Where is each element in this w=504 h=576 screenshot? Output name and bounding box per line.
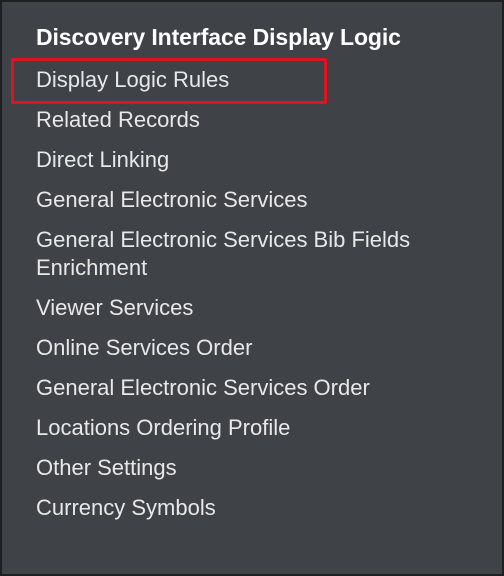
configuration-menu-panel: Discovery Interface Display Logic Displa… (0, 0, 504, 576)
menu-section-header: Discovery Interface Display Logic (36, 24, 401, 50)
menu-item-general-electronic-services[interactable]: General Electronic Services (36, 186, 496, 214)
menu-item-online-services-order[interactable]: Online Services Order (36, 334, 496, 362)
menu-item-ges-order[interactable]: General Electronic Services Order (36, 374, 496, 402)
menu-item-other-settings[interactable]: Other Settings (36, 454, 496, 482)
menu-item-currency-symbols[interactable]: Currency Symbols (36, 494, 496, 522)
menu-list: Display Logic Rules Related Records Dire… (36, 66, 496, 534)
menu-item-related-records[interactable]: Related Records (36, 106, 496, 134)
menu-item-locations-ordering-profile[interactable]: Locations Ordering Profile (36, 414, 496, 442)
menu-item-display-logic-rules[interactable]: Display Logic Rules (36, 66, 496, 94)
menu-item-viewer-services[interactable]: Viewer Services (36, 294, 496, 322)
menu-item-direct-linking[interactable]: Direct Linking (36, 146, 496, 174)
menu-item-ges-bib-fields-enrichment[interactable]: General Electronic Services Bib Fields E… (36, 226, 496, 282)
